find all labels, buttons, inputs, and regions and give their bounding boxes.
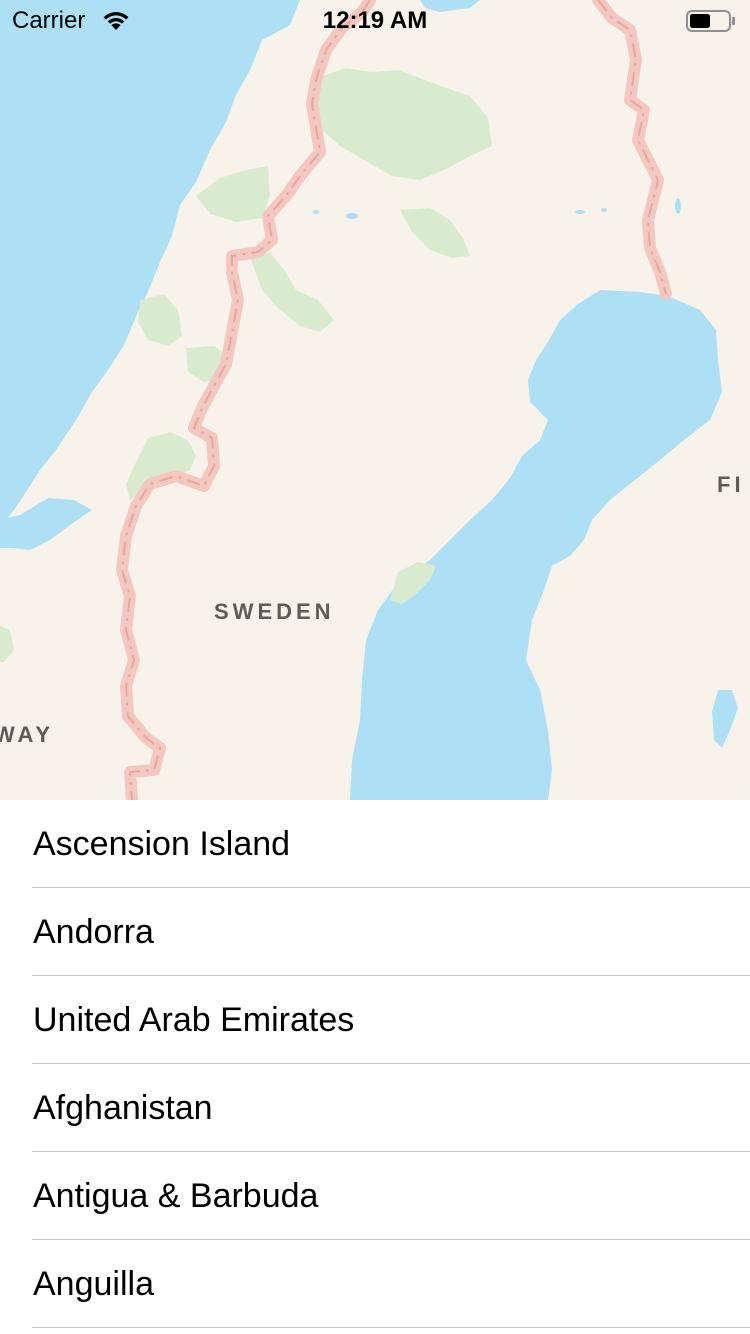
list-item[interactable]: Andorra: [0, 888, 750, 976]
status-time: 12:19 AM: [322, 7, 428, 34]
list-item[interactable]: Antigua & Barbuda: [0, 1152, 750, 1240]
lake-east: [712, 690, 738, 748]
map-view[interactable]: SWEDEN WAY FI: [0, 0, 750, 800]
screen: SWEDEN WAY FI Carrier 12:19 AM Ascension…: [0, 0, 750, 1334]
list-item-label: United Arab Emirates: [33, 1001, 355, 1039]
battery-icon: [686, 10, 735, 32]
country-list[interactable]: Ascension Island Andorra United Arab Emi…: [0, 800, 750, 1334]
map-label-sweden: SWEDEN: [214, 599, 335, 624]
list-item[interactable]: United Arab Emirates: [0, 976, 750, 1064]
list-item-label: Afghanistan: [33, 1089, 213, 1127]
list-item-label: Antigua & Barbuda: [33, 1177, 319, 1215]
list-item[interactable]: Anguilla: [0, 1240, 750, 1328]
small-lakes: [313, 198, 681, 219]
list-item[interactable]: Afghanistan: [0, 1064, 750, 1152]
map-label-finland: FI: [717, 472, 745, 497]
list-item[interactable]: Ascension Island: [0, 800, 750, 888]
map-label-norway: WAY: [0, 722, 55, 747]
gulf-of-bothnia: [350, 290, 722, 800]
status-bar: Carrier 12:19 AM: [0, 0, 750, 40]
list-item-label: Andorra: [33, 913, 154, 951]
list-item-label: Ascension Island: [33, 825, 291, 863]
list-item-label: Anguilla: [33, 1265, 154, 1303]
row-separator: [32, 1327, 750, 1328]
map-canvas: [0, 0, 738, 800]
